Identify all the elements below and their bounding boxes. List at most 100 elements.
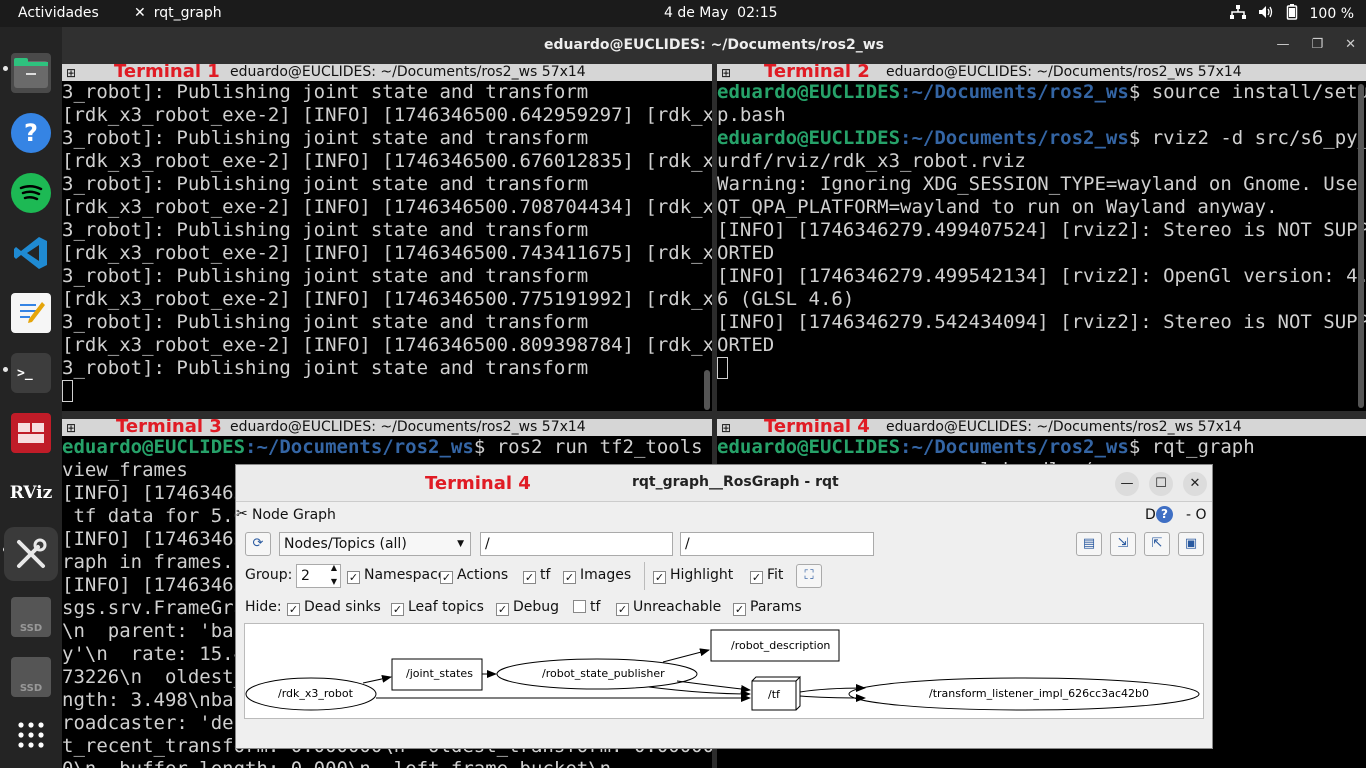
save-svg-icon[interactable]: ⇱ (1144, 532, 1170, 556)
ssd-label: SSD (19, 623, 43, 634)
pane-grid-icon[interactable]: ⊞ (721, 65, 731, 82)
command-text: $ rviz2 -d src/s6_py_ (1128, 127, 1366, 149)
group-spinbox[interactable]: 2 ▲ ▼ (296, 563, 341, 588)
maximize-button[interactable]: ❐ (1311, 27, 1323, 63)
terminal-pane-2[interactable]: ⊞ Terminal 2 eduardo@EUCLIDES: ~/Documen… (717, 64, 1366, 411)
rqt-window[interactable]: Terminal 4 rqt_graph__RosGraph - rqt — ☐… (235, 464, 1213, 749)
topic-label: /robot_description (731, 639, 831, 652)
checkbox-label: Leaf topics (408, 599, 484, 615)
plugin-dock-label[interactable]: D (1145, 507, 1156, 523)
terminal-output[interactable]: 3_robot]: Publishing joint state and tra… (62, 81, 712, 411)
close-button[interactable]: ✕ (1183, 472, 1207, 496)
pane-grid-icon[interactable]: ⊞ (66, 420, 76, 437)
checkmark-icon[interactable]: ✓ (287, 603, 300, 616)
battery-percent: 100 % (1309, 6, 1354, 22)
output-line: [INFO] [1746346279.542434094] [rviz2]: S… (717, 311, 1366, 333)
edge (799, 693, 866, 702)
plugin-close-label[interactable]: - O (1186, 507, 1207, 523)
hide-options-row: Hide: ✓ Dead sinks ✓ Leaf topics ✓ Debug tf ✓ Un… (236, 598, 1212, 618)
checkmark-icon[interactable]: ✓ (440, 571, 453, 584)
checkbox-params[interactable]: ✓ Params (733, 599, 802, 616)
help-icon[interactable]: ? (11, 113, 51, 153)
pane-grid-icon[interactable]: ⊞ (721, 420, 731, 437)
minimize-button[interactable]: — (1115, 472, 1139, 496)
save-dot-icon[interactable]: ⇲ (1110, 532, 1136, 556)
activities-button[interactable]: Actividades (18, 5, 99, 21)
ssd-drive-icon[interactable]: SSD (11, 597, 51, 637)
checkbox-empty-icon[interactable] (573, 600, 586, 613)
checkbox-label: Params (750, 599, 802, 615)
files-icon[interactable] (11, 53, 51, 93)
terminal-window-title: eduardo@EUCLIDES: ~/Documents/ros2_ws (544, 37, 884, 53)
app-red-icon[interactable] (11, 413, 51, 453)
checkbox-debug[interactable]: ✓ Debug (496, 599, 559, 616)
graph-mode-select[interactable]: Nodes/Topics (all) ▼ (279, 532, 471, 556)
checkmark-icon[interactable]: ✓ (733, 603, 746, 616)
checkmark-icon[interactable]: ✓ (653, 571, 666, 584)
load-dot-icon[interactable]: ▤ (1076, 532, 1102, 556)
pane-header: ⊞ Terminal 3 eduardo@EUCLIDES: ~/Documen… (62, 419, 712, 436)
checkbox-highlight[interactable]: ✓ Highlight (653, 567, 733, 584)
scrollbar[interactable] (704, 370, 710, 410)
terminal-output[interactable]: eduardo@EUCLIDES:~/Documents/ros2_ws$ so… (717, 81, 1366, 411)
focused-app-menu[interactable]: ✕ rqt_graph (134, 5, 222, 21)
help-icon[interactable]: ? (1156, 506, 1173, 523)
checkbox-tf[interactable]: tf (573, 599, 600, 615)
checkbox-images[interactable]: ✓ Images (563, 567, 631, 584)
checkbox-namespaces[interactable]: ✓ Namespaces (347, 567, 454, 584)
topic-filter-input[interactable]: / (680, 532, 874, 556)
graph-options-row: Group: 2 ▲ ▼ ✓ Namespaces ✓ Actions ✓ tf ✓ Image… (236, 562, 1212, 590)
checkbox-fit[interactable]: ✓ Fit (750, 567, 783, 584)
fit-view-icon[interactable]: ⛶ (796, 564, 822, 588)
checkmark-icon[interactable]: ✓ (523, 571, 536, 584)
pane-grid-icon[interactable]: ⊞ (66, 65, 76, 82)
namespace-filter-input[interactable]: / (480, 532, 673, 556)
checkmark-icon[interactable]: ✓ (496, 603, 509, 616)
prompt-user: eduardo@EUCLIDES (717, 127, 901, 149)
rqt-titlebar[interactable]: Terminal 4 rqt_graph__RosGraph - rqt — ☐… (236, 465, 1212, 502)
checkbox-unreachable[interactable]: ✓ Unreachable (616, 599, 721, 616)
system-tray[interactable]: 100 % (1229, 4, 1354, 24)
vscode-icon[interactable] (11, 233, 51, 273)
checkbox-actions[interactable]: ✓ Actions (440, 567, 508, 584)
close-button[interactable]: ✕ (1345, 27, 1356, 63)
command-text: $ rqt_graph (1128, 436, 1255, 458)
minimize-button[interactable]: — (1276, 27, 1289, 63)
pane-header: ⊞ Terminal 4 eduardo@EUCLIDES: ~/Documen… (717, 419, 1366, 436)
spotify-icon[interactable] (11, 173, 51, 213)
tools-icon[interactable] (4, 527, 58, 581)
group-value: 2 (301, 568, 310, 584)
app-grid-icon[interactable] (11, 715, 51, 755)
checkmark-icon[interactable]: ✓ (347, 571, 360, 584)
checkbox-dead-sinks[interactable]: ✓ Dead sinks (287, 599, 381, 616)
terminal-pane-1[interactable]: ⊞ Terminal 1 eduardo@EUCLIDES: ~/Documen… (62, 64, 712, 411)
divider (644, 562, 645, 590)
text-editor-icon[interactable] (11, 293, 51, 333)
scrollbar[interactable] (1358, 84, 1364, 408)
rviz-icon[interactable]: RViz (10, 473, 53, 513)
edge (662, 648, 710, 663)
node-label: /transform_listener_impl_626cc3ac42b0 (929, 687, 1149, 700)
checkmark-icon[interactable]: ✓ (563, 571, 576, 584)
checkbox-leaf-topics[interactable]: ✓ Leaf topics (391, 599, 484, 616)
edge (676, 680, 751, 693)
terminal-icon[interactable]: >_ (11, 353, 51, 393)
ros-graph-canvas[interactable]: /rdk_x3_robot /joint_states /robot_state… (244, 623, 1204, 719)
clock[interactable]: 4 de May 02:15 (664, 5, 778, 21)
checkmark-icon[interactable]: ✓ (616, 603, 629, 616)
checkmark-icon[interactable]: ✓ (391, 603, 404, 616)
ssd-drive-icon[interactable]: SSD (11, 657, 51, 697)
terminal-window-titlebar[interactable]: eduardo@EUCLIDES: ~/Documents/ros2_ws — … (62, 27, 1366, 64)
group-label: Group: (245, 567, 293, 583)
maximize-button[interactable]: ☐ (1149, 472, 1173, 496)
output-line: 3_robot]: Publishing joint state and tra… (62, 219, 589, 241)
output-line: [INFO] [1746346279.499542134] [rviz2]: O… (717, 265, 1366, 287)
checkmark-icon[interactable]: ✓ (750, 571, 763, 584)
command-text: p.bash (717, 104, 786, 126)
checkbox-label: tf (540, 567, 551, 583)
save-image-icon[interactable]: ▣ (1178, 532, 1204, 556)
graph-toolbar: ⟳ Nodes/Topics (all) ▼ / / ▤ ⇲ ⇱ ▣ (236, 532, 1212, 558)
checkbox-tf[interactable]: ✓ tf (523, 567, 550, 584)
prompt-path: :~/Documents/ros2_ws (900, 81, 1129, 103)
refresh-icon[interactable]: ⟳ (245, 532, 271, 556)
